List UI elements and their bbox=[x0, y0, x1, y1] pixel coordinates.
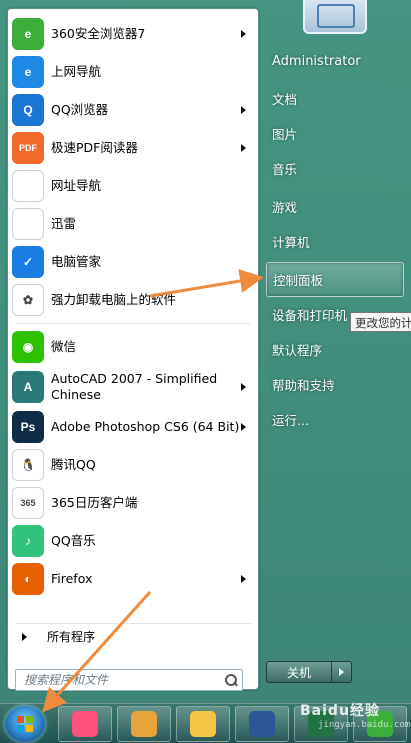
program-list: e 360安全浏览器7 e 上网导航 Q QQ浏览器 PDF 极速PDF阅读器 网址导航迅雷 ✓ 电… bbox=[8, 15, 258, 598]
user-picture[interactable] bbox=[303, 0, 367, 34]
program-item[interactable]: ♪ QQ音乐 bbox=[8, 522, 258, 560]
shutdown-options-button[interactable] bbox=[332, 661, 352, 683]
search-icon[interactable] bbox=[220, 670, 242, 690]
menu-item-default-programs[interactable]: 默认程序 bbox=[266, 332, 404, 367]
program-label: Adobe Photoshop CS6 (64 Bit) bbox=[51, 419, 240, 434]
tooltip: 更改您的计 bbox=[350, 312, 411, 332]
search-input[interactable] bbox=[24, 673, 220, 687]
watermark: Baidu经验 bbox=[300, 703, 380, 719]
taskbar-word-icon bbox=[249, 711, 275, 737]
pdf-reader-icon: PDF bbox=[12, 132, 44, 164]
program-label: 上网导航 bbox=[51, 64, 102, 79]
pc-manager-icon: ✓ bbox=[12, 246, 44, 278]
qq-browser-icon: Q bbox=[12, 94, 44, 126]
program-item[interactable]: e 上网导航 bbox=[8, 53, 258, 91]
taskbar-button[interactable] bbox=[117, 706, 171, 742]
program-label: 微信 bbox=[51, 339, 77, 354]
program-label: Firefox bbox=[51, 571, 93, 586]
all-programs-label: 所有程序 bbox=[47, 630, 96, 644]
program-item[interactable]: 迅雷 bbox=[8, 205, 258, 243]
taskbar-pinwheel-icon bbox=[72, 711, 98, 737]
program-item[interactable]: ◉ 微信 bbox=[8, 328, 258, 366]
qq-music-icon: ♪ bbox=[12, 525, 44, 557]
separator bbox=[16, 323, 250, 324]
menu-item-games[interactable]: 游戏 bbox=[266, 189, 404, 224]
wechat-icon: ◉ bbox=[12, 331, 44, 363]
file-icon bbox=[12, 208, 44, 240]
program-label: 腾讯QQ bbox=[51, 457, 96, 472]
program-label: 网址导航 bbox=[51, 178, 102, 193]
photoshop-icon: Ps bbox=[12, 411, 44, 443]
program-item[interactable]: Q QQ浏览器 bbox=[8, 91, 258, 129]
program-label: QQ浏览器 bbox=[51, 102, 109, 117]
file-icon bbox=[12, 170, 44, 202]
firefox-icon: ◐ bbox=[12, 563, 44, 595]
program-item[interactable]: PDF 极速PDF阅读器 bbox=[8, 129, 258, 167]
program-item[interactable]: Ps Adobe Photoshop CS6 (64 Bit) bbox=[8, 408, 258, 446]
taskbar-qq-browser-icon bbox=[131, 711, 157, 737]
program-item[interactable]: 365 365日历客户端 bbox=[8, 484, 258, 522]
qq-penguin-icon: 🐧 bbox=[12, 449, 44, 481]
taskbar-button[interactable] bbox=[235, 706, 289, 742]
calendar-365-icon: 365 bbox=[12, 487, 44, 519]
360-browser-icon: e bbox=[12, 18, 44, 50]
program-item[interactable]: 网址导航 bbox=[8, 167, 258, 205]
submenu-arrow-icon[interactable] bbox=[241, 423, 246, 431]
uninstaller-icon: ✿ bbox=[12, 284, 44, 316]
programs-pane: e 360安全浏览器7 e 上网导航 Q QQ浏览器 PDF 极速PDF阅读器 网址导航迅雷 ✓ 电… bbox=[7, 8, 259, 691]
menu-item-user-name[interactable]: Administrator bbox=[266, 44, 404, 78]
program-item[interactable]: 🐧 腾讯QQ bbox=[8, 446, 258, 484]
chevron-right-icon bbox=[339, 668, 344, 676]
menu-item-music[interactable]: 音乐 bbox=[266, 151, 404, 186]
start-button[interactable] bbox=[5, 706, 45, 742]
program-label: 迅雷 bbox=[51, 216, 77, 231]
program-label: 365日历客户端 bbox=[51, 495, 138, 510]
triangle-right-icon bbox=[22, 632, 27, 641]
program-item[interactable]: ✿ 强力卸载电脑上的软件 bbox=[8, 281, 258, 319]
program-label: 强力卸载电脑上的软件 bbox=[51, 292, 177, 307]
taskbar-button[interactable] bbox=[58, 706, 112, 742]
program-item[interactable]: ✓ 电脑管家 bbox=[8, 243, 258, 281]
menu-item-pictures[interactable]: 图片 bbox=[266, 116, 404, 151]
program-item[interactable]: e 360安全浏览器7 bbox=[8, 15, 258, 53]
program-label: 360安全浏览器7 bbox=[51, 26, 146, 41]
menu-item-help-support[interactable]: 帮助和支持 bbox=[266, 367, 404, 402]
menu-item-control-panel[interactable]: 控制面板 bbox=[266, 262, 404, 297]
taskbar-explorer-icon bbox=[190, 711, 216, 737]
places-list: Administrator 文档 图片 音乐 游戏 计算机 控制面板 设备和打印机 默认程序 帮助… bbox=[266, 44, 404, 437]
watermark-url: jingyan.baidu.com bbox=[318, 720, 411, 730]
menu-item-run[interactable]: 运行... bbox=[266, 402, 404, 437]
menu-item-computer[interactable]: 计算机 bbox=[266, 224, 404, 259]
program-label: 极速PDF阅读器 bbox=[51, 140, 138, 155]
program-label: 电脑管家 bbox=[51, 254, 102, 269]
program-item[interactable]: ◐ Firefox bbox=[8, 560, 258, 598]
submenu-arrow-icon[interactable] bbox=[241, 30, 246, 38]
all-programs-button[interactable]: 所有程序 bbox=[16, 623, 252, 645]
shutdown-group: 关机 bbox=[266, 661, 352, 683]
search-box[interactable] bbox=[15, 669, 243, 691]
autocad-icon: A bbox=[12, 371, 44, 403]
taskbar-button[interactable] bbox=[176, 706, 230, 742]
submenu-arrow-icon[interactable] bbox=[241, 383, 246, 391]
start-menu: e 360安全浏览器7 e 上网导航 Q QQ浏览器 PDF 极速PDF阅读器 网址导航迅雷 ✓ 电… bbox=[0, 0, 411, 703]
submenu-arrow-icon[interactable] bbox=[241, 106, 246, 114]
menu-item-documents[interactable]: 文档 bbox=[266, 81, 404, 116]
shutdown-button[interactable]: 关机 bbox=[266, 661, 332, 683]
submenu-arrow-icon[interactable] bbox=[241, 575, 246, 583]
program-label: QQ音乐 bbox=[51, 533, 96, 548]
program-label: AutoCAD 2007 - Simplified Chinese bbox=[51, 371, 218, 402]
submenu-arrow-icon[interactable] bbox=[241, 144, 246, 152]
program-item[interactable]: A AutoCAD 2007 - Simplified Chinese bbox=[8, 366, 258, 408]
ie-icon: e bbox=[12, 56, 44, 88]
